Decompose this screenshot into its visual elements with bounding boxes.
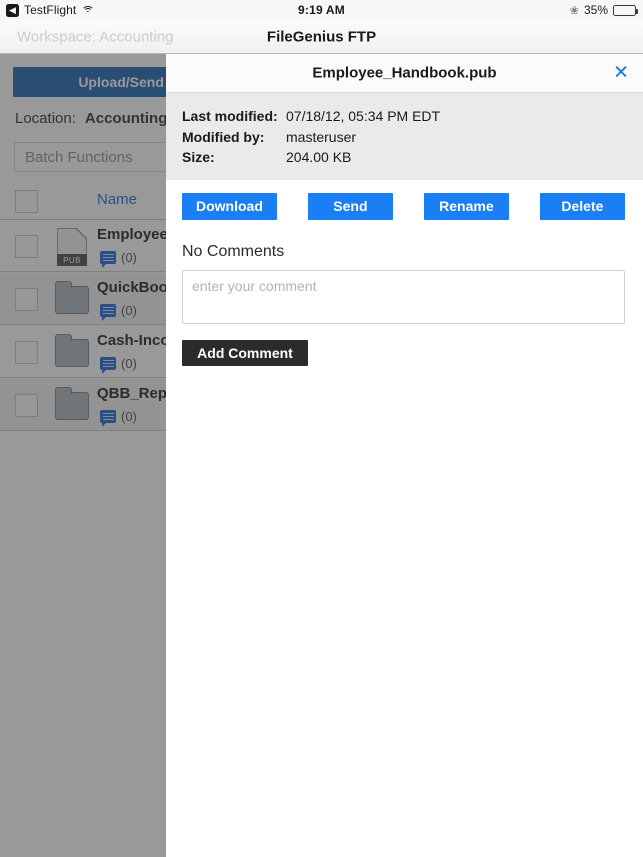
close-icon[interactable]: ✕ bbox=[613, 64, 629, 83]
modal-header: Employee_Handbook.pub ✕ bbox=[166, 54, 643, 93]
metadata-value: masteruser bbox=[286, 128, 357, 145]
file-metadata-panel: Last modified: 07/18/12, 05:34 PM EDT Modi… bbox=[166, 93, 643, 180]
metadata-label: Last modified: bbox=[182, 108, 278, 124]
app-title: FileGenius FTP bbox=[266, 28, 377, 45]
metadata-row: Last modified: 07/18/12, 05:34 PM EDT bbox=[182, 106, 643, 127]
metadata-label: Modified by: bbox=[182, 128, 265, 145]
app-nav-bar: Workspace: Accounting FileGenius FTP bbox=[0, 20, 643, 54]
delete-button[interactable]: Delete bbox=[539, 192, 625, 220]
rename-button[interactable]: Rename bbox=[423, 192, 509, 220]
metadata-value: 204.00 KB bbox=[286, 149, 352, 165]
add-comment-button[interactable]: Add Comment bbox=[182, 339, 308, 366]
metadata-row: Modified by: masteruser bbox=[182, 127, 643, 148]
modal-title: Employee_Handbook.pub bbox=[312, 64, 497, 82]
metadata-value: 07/18/12, 05:34 PM EDT bbox=[286, 108, 441, 124]
battery-percent-label: 35% bbox=[583, 3, 608, 17]
metadata-row: Size: 204.00 KB bbox=[182, 147, 643, 168]
comment-input[interactable] bbox=[182, 269, 625, 324]
battery-icon bbox=[613, 4, 638, 16]
file-detail-modal: Employee_Handbook.pub ✕ Last modified: 07… bbox=[166, 54, 643, 857]
comments-heading: No Comments bbox=[182, 242, 285, 260]
status-bar-right: ❀ 35% bbox=[569, 3, 638, 17]
status-bar: ◀ TestFlight 9:19 AM ❀ 35% bbox=[0, 0, 643, 20]
status-bar-clock: 9:19 AM bbox=[298, 3, 345, 17]
metadata-label: Size: bbox=[182, 149, 215, 165]
file-action-buttons: Download Send Rename Delete bbox=[166, 180, 643, 220]
bluetooth-icon: ❀ bbox=[569, 4, 579, 17]
send-button[interactable]: Send bbox=[307, 192, 393, 220]
download-button[interactable]: Download bbox=[182, 192, 277, 220]
